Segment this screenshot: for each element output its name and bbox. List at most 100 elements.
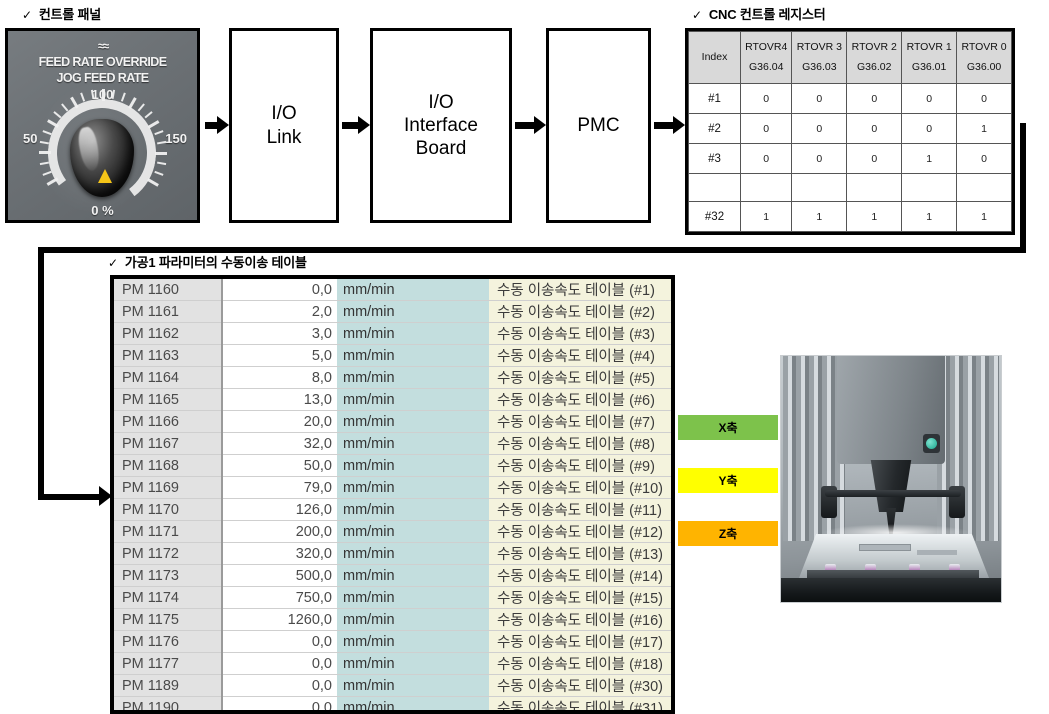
- column-header-rtovr2-name: RTOVR 2: [851, 41, 897, 54]
- register-cell: 1: [901, 143, 958, 174]
- table-row[interactable]: PM 1163 5,0 mm/min 수동 이송속도 테이블 (#4): [114, 344, 671, 368]
- pm-parameter-value: 126,0: [222, 498, 337, 522]
- pm-parameter-value: 0,0: [222, 652, 337, 676]
- pm-parameter-value: 1260,0: [222, 608, 337, 632]
- table-row[interactable]: PM 1169 79,0 mm/min 수동 이송속도 테이블 (#10): [114, 476, 671, 500]
- pm-parameter-value: 500,0: [222, 564, 337, 588]
- machine-column-right: [937, 356, 999, 541]
- register-row-index: #3: [688, 143, 741, 174]
- register-row-index: [688, 173, 741, 202]
- pm-parameter-id: PM 1174: [114, 586, 223, 610]
- machine-indicator-button: [923, 434, 940, 453]
- table-row[interactable]: PM 1170 126,0 mm/min 수동 이송속도 테이블 (#11): [114, 498, 671, 522]
- table-row[interactable]: PM 1165 13,0 mm/min 수동 이송속도 테이블 (#6): [114, 388, 671, 412]
- table-row[interactable]: PM 1164 8,0 mm/min 수동 이송속도 테이블 (#5): [114, 366, 671, 390]
- pm-parameter-unit: mm/min: [337, 564, 489, 588]
- pm-parameter-value: 0,0: [222, 630, 337, 654]
- column-header-rtovr3-addr: G36.03: [802, 60, 837, 73]
- diagram-canvas: ✓ 컨트롤 패널 ✓ CNC 컨트롤 레지스터 ✓ 가공1 파라미터의 수동이송 테이…: [0, 0, 1049, 714]
- pm-parameter-value: 0,0: [222, 674, 337, 698]
- axis-chip-y-label: Y축: [718, 474, 738, 488]
- pm-parameter-id: PM 1173: [114, 564, 223, 588]
- table-row: #32 1 1 1 1 1: [688, 201, 1012, 232]
- pm-parameter-table-panel[interactable]: PM 1160 0,0 mm/min 수동 이송속도 테이블 (#1) PM 1161 2…: [110, 275, 675, 714]
- register-cell: [901, 173, 958, 202]
- table-row[interactable]: PM 1166 20,0 mm/min 수동 이송속도 테이블 (#7): [114, 410, 671, 434]
- pm-parameter-unit: mm/min: [337, 322, 489, 346]
- column-header-rtovr4-name: RTOVR4: [745, 41, 788, 54]
- register-cell: 0: [956, 83, 1012, 114]
- pm-parameter-id: PM 1176: [114, 630, 223, 654]
- pm-parameter-unit: mm/min: [337, 388, 489, 412]
- flow-box-pmc: PMC: [546, 28, 651, 223]
- flow-box-pmc-label: PMC: [577, 114, 620, 136]
- pm-parameter-unit: mm/min: [337, 630, 489, 654]
- register-cell: 1: [739, 201, 793, 232]
- register-cell: [791, 173, 848, 202]
- register-cell: 0: [846, 83, 903, 114]
- pm-parameter-value: 200,0: [222, 520, 337, 544]
- table-row[interactable]: PM 1189 0,0 mm/min 수동 이송속도 테이블 (#30): [114, 674, 671, 698]
- table-row[interactable]: PM 1167 32,0 mm/min 수동 이송속도 테이블 (#8): [114, 432, 671, 456]
- table-row[interactable]: PM 1171 200,0 mm/min 수동 이송속도 테이블 (#12): [114, 520, 671, 544]
- axis-chip-z: Z축: [678, 521, 778, 546]
- pm-parameter-description: 수동 이송속도 테이블 (#9): [489, 454, 671, 478]
- column-header-rtovr4-addr: G36.04: [748, 60, 784, 73]
- table-row: #1 0 0 0 0 0: [688, 83, 1012, 114]
- table-row: #2 0 0 0 0 1: [688, 113, 1012, 144]
- table-row[interactable]: PM 1172 320,0 mm/min 수동 이송속도 테이블 (#13): [114, 542, 671, 566]
- pm-parameter-unit: mm/min: [337, 454, 489, 478]
- feed-rate-override-label: FEED RATE OVERRIDE: [38, 55, 167, 69]
- table-row[interactable]: PM 1162 3,0 mm/min 수동 이송속도 테이블 (#3): [114, 322, 671, 346]
- pm-parameter-unit: mm/min: [337, 300, 489, 324]
- table-row[interactable]: PM 1190 0,0 mm/min 수동 이송속도 테이블 (#31): [114, 696, 671, 710]
- register-cell: 0: [791, 143, 848, 174]
- pm-parameter-description: 수동 이송속도 테이블 (#7): [489, 410, 671, 434]
- register-cell: 0: [901, 83, 958, 114]
- table-row[interactable]: PM 1161 2,0 mm/min 수동 이송속도 테이블 (#2): [114, 300, 671, 324]
- pm-parameter-id: PM 1169: [114, 476, 223, 500]
- register-cell: 1: [956, 201, 1012, 232]
- axis-chip-z-label: Z축: [718, 527, 738, 541]
- pm-parameter-id: PM 1164: [114, 366, 223, 390]
- table-row[interactable]: PM 1175 1260,0 mm/min 수동 이송속도 테이블 (#16): [114, 608, 671, 632]
- pm-parameter-description: 수동 이송속도 테이블 (#13): [489, 542, 671, 566]
- heading-pm-table: ✓ 가공1 파라미터의 수동이송 테이블: [108, 252, 307, 271]
- pm-parameter-unit: mm/min: [337, 344, 489, 368]
- check-icon: ✓: [22, 8, 32, 22]
- pm-parameter-unit: mm/min: [337, 432, 489, 456]
- register-cell: 1: [791, 201, 848, 232]
- pm-parameter-value: 5,0: [222, 344, 337, 368]
- pm-parameter-id: PM 1166: [114, 410, 223, 434]
- register-cell: 0: [901, 113, 958, 144]
- machine-table-slot-2: [917, 550, 957, 555]
- table-row[interactable]: PM 1173 500,0 mm/min 수동 이송속도 테이블 (#14): [114, 564, 671, 588]
- pm-parameter-description: 수동 이송속도 테이블 (#16): [489, 608, 671, 632]
- pm-parameter-description: 수동 이송속도 테이블 (#15): [489, 586, 671, 610]
- register-cell: [956, 173, 1012, 202]
- pm-parameter-id: PM 1175: [114, 608, 223, 632]
- pm-parameter-unit: mm/min: [337, 520, 489, 544]
- pm-parameter-value: 32,0: [222, 432, 337, 456]
- table-row[interactable]: PM 1174 750,0 mm/min 수동 이송속도 테이블 (#15): [114, 586, 671, 610]
- flow-box-io-link-label: I/O Link: [266, 103, 302, 148]
- check-icon: ✓: [692, 8, 702, 22]
- table-row[interactable]: PM 1176 0,0 mm/min 수동 이송속도 테이블 (#17): [114, 630, 671, 654]
- pm-parameter-value: 20,0: [222, 410, 337, 434]
- register-cell: 0: [739, 113, 793, 144]
- cnc-control-register-table: Index RTOVR4 G36.04 RTOVR 3 G36.03 RTOVR…: [685, 28, 1015, 235]
- pm-parameter-value: 750,0: [222, 586, 337, 610]
- table-row[interactable]: PM 1177 0,0 mm/min 수동 이송속도 테이블 (#18): [114, 652, 671, 676]
- pm-parameter-description: 수동 이송속도 테이블 (#11): [489, 498, 671, 522]
- pm-parameter-description: 수동 이송속도 테이블 (#10): [489, 476, 671, 500]
- table-row[interactable]: PM 1160 0,0 mm/min 수동 이송속도 테이블 (#1): [114, 279, 671, 302]
- table-row[interactable]: PM 1168 50,0 mm/min 수동 이송속도 테이블 (#9): [114, 454, 671, 478]
- pm-parameter-description: 수동 이송속도 테이블 (#1): [489, 279, 671, 302]
- flow-box-io-interface-board: I/O Interface Board: [370, 28, 512, 223]
- machine-base: [781, 578, 1001, 602]
- pm-parameter-id: PM 1165: [114, 388, 223, 412]
- wave-icon: ≈≈: [97, 39, 109, 53]
- pm-parameter-id: PM 1172: [114, 542, 223, 566]
- pm-parameter-value: 0,0: [222, 696, 337, 710]
- pm-parameter-value: 0,0: [222, 279, 337, 302]
